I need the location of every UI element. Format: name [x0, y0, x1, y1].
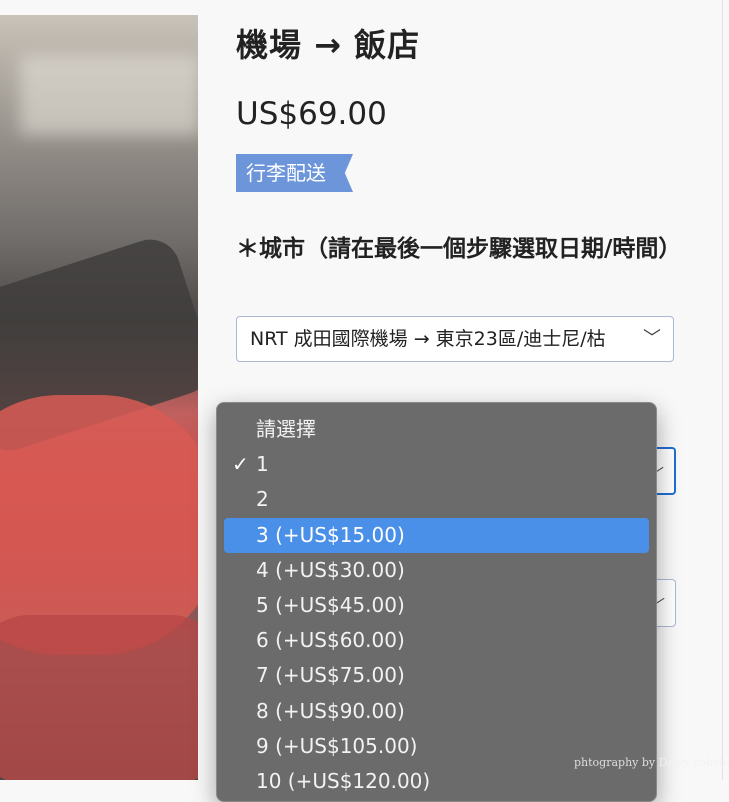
- dropdown-option[interactable]: 3 (+US$15.00): [224, 517, 649, 553]
- dropdown-option[interactable]: 10 (+US$120.00): [224, 764, 649, 799]
- dropdown-option[interactable]: 8 (+US$90.00): [224, 694, 649, 729]
- dropdown-option[interactable]: 6 (+US$60.00): [224, 623, 649, 658]
- divider: [722, 0, 723, 780]
- chevron-down-icon: ﹀: [643, 328, 661, 349]
- dropdown-option-label: 3 (+US$15.00): [256, 522, 405, 547]
- dropdown-option-label: 5 (+US$45.00): [256, 592, 405, 617]
- dropdown-option-label: 7 (+US$75.00): [256, 663, 405, 688]
- dropdown-option-label: 2: [256, 487, 269, 512]
- category-badge: 行李配送: [236, 154, 353, 192]
- dropdown-option-label: 請選擇: [256, 417, 316, 441]
- photo-credit-watermark: phtography by Daisy yohoho: [574, 756, 729, 769]
- dropdown-option[interactable]: 4 (+US$30.00): [224, 553, 649, 588]
- dropdown-option-label: 8 (+US$90.00): [256, 698, 405, 723]
- product-photo: [0, 15, 198, 780]
- dropdown-option[interactable]: 7 (+US$75.00): [224, 658, 649, 693]
- dropdown-option[interactable]: 5 (+US$45.00): [224, 588, 649, 623]
- dropdown-option-label: 10 (+US$120.00): [256, 768, 431, 793]
- product-title: 機場 → 飯店: [236, 26, 421, 64]
- dropdown-option[interactable]: 請選擇: [224, 412, 649, 447]
- dropdown-option-label: 9 (+US$105.00): [256, 733, 418, 758]
- dropdown-option-label: 6 (+US$60.00): [256, 628, 405, 653]
- dropdown-option[interactable]: ✓ 1: [224, 447, 649, 482]
- check-icon: ✓: [232, 452, 249, 477]
- product-price: US$69.00: [236, 96, 387, 132]
- city-select-value: NRT 成田國際機場 → 東京23區/迪士尼/枯: [250, 328, 606, 350]
- dropdown-option-label: 4 (+US$30.00): [256, 557, 405, 582]
- quantity-dropdown-menu[interactable]: 請選擇 ✓ 1 2 3 (+US$15.00) 4 (+US$30.00) 5 (+US$4…: [216, 402, 657, 802]
- dropdown-option-label: 1: [256, 452, 269, 477]
- city-label: ＊城市（請在最後一個步驟選取日期/時間）: [236, 236, 682, 262]
- dropdown-option[interactable]: 2: [224, 482, 649, 517]
- city-select[interactable]: NRT 成田國際機場 → 東京23區/迪士尼/枯 ﹀: [236, 316, 674, 362]
